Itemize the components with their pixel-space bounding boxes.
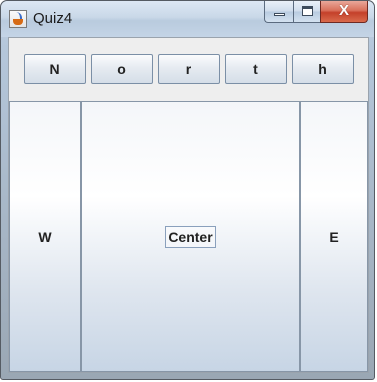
north-button-o[interactable]: o <box>90 54 153 84</box>
north-button-r[interactable]: r <box>157 54 220 84</box>
west-label: W <box>38 228 52 245</box>
cup-shape <box>13 19 23 25</box>
content-pane: N o r t h W Center E <box>8 37 369 373</box>
west-button[interactable]: W <box>9 101 81 372</box>
north-button-t[interactable]: t <box>224 54 287 84</box>
window-controls: X <box>264 1 368 25</box>
close-icon: X <box>338 2 349 19</box>
east-label: E <box>329 228 339 245</box>
north-button-n[interactable]: N <box>23 54 86 84</box>
steam-shape <box>15 12 22 19</box>
window-title: Quiz4 <box>33 10 73 27</box>
title-bar[interactable]: Quiz4 X <box>1 1 374 37</box>
app-window: Quiz4 X N o r t h W Center E <box>0 0 375 380</box>
maximize-button[interactable] <box>293 1 320 23</box>
maximize-icon <box>302 6 313 16</box>
close-button[interactable]: X <box>320 1 368 23</box>
center-label: Center <box>165 225 216 248</box>
minimize-icon <box>274 13 285 16</box>
east-button[interactable]: E <box>300 101 368 372</box>
north-button-h[interactable]: h <box>291 54 354 84</box>
java-coffee-cup-icon[interactable] <box>9 10 27 28</box>
north-panel: N o r t h <box>9 38 368 100</box>
center-button[interactable]: Center <box>81 101 300 372</box>
minimize-button[interactable] <box>264 1 293 23</box>
